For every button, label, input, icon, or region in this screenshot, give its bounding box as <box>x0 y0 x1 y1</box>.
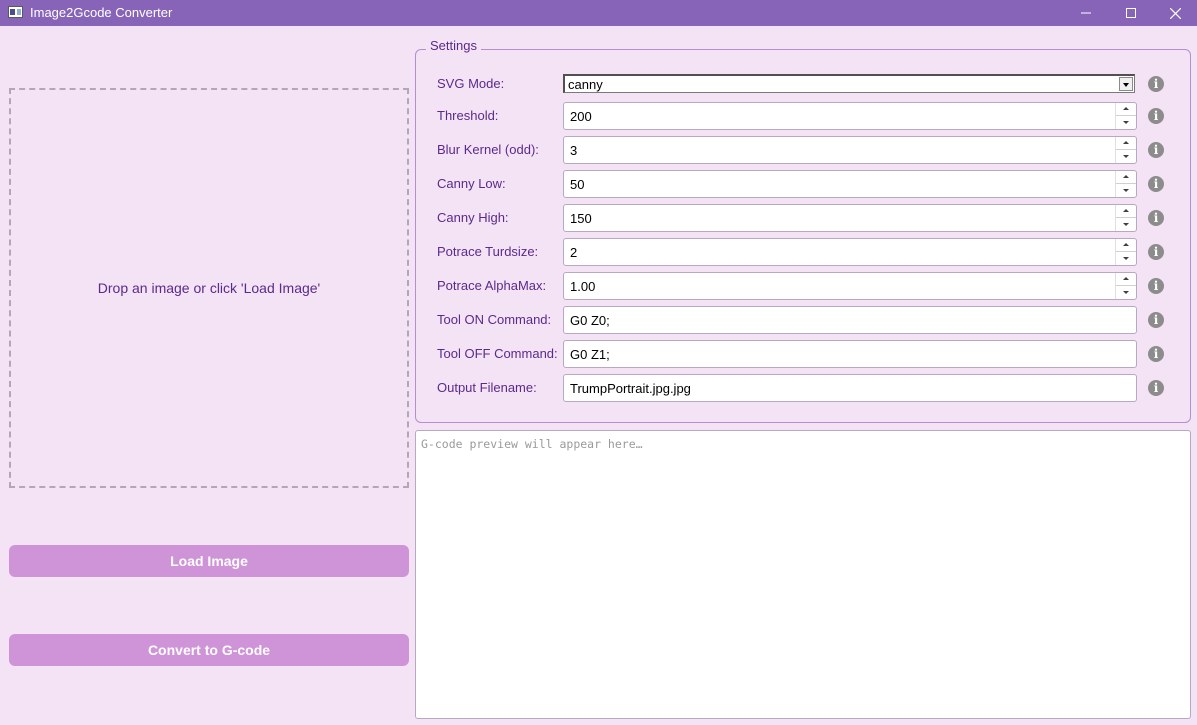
info-icon[interactable]: i <box>1148 312 1164 328</box>
canny-low-spinbox[interactable]: 50 <box>563 170 1137 198</box>
drop-zone-hint: Drop an image or click 'Load Image' <box>97 280 321 296</box>
app-icon <box>8 6 23 18</box>
svg-mode-value: canny <box>568 77 603 92</box>
gcode-preview[interactable]: G-code preview will appear here… <box>415 430 1191 719</box>
turdsize-spinbox[interactable]: 2 <box>563 238 1137 266</box>
app-window: Image2Gcode Converter Drop an image or c… <box>0 0 1197 725</box>
blur-kernel-spinbox[interactable]: 3 <box>563 136 1137 164</box>
canny-low-stepper[interactable] <box>1115 171 1136 197</box>
spin-up-icon[interactable] <box>1116 239 1136 252</box>
maximize-button[interactable] <box>1108 0 1154 26</box>
row-alphamax: Potrace AlphaMax: 1.00 i <box>437 272 1177 300</box>
info-icon[interactable]: i <box>1148 76 1164 92</box>
row-output-filename: Output Filename: TrumpPortrait.jpg.jpg i <box>437 374 1177 402</box>
alphamax-stepper[interactable] <box>1115 273 1136 299</box>
threshold-value: 200 <box>570 109 592 124</box>
tool-on-label: Tool ON Command: <box>437 312 552 327</box>
canny-low-value: 50 <box>570 177 585 192</box>
convert-gcode-button[interactable]: Convert to G-code <box>9 634 409 666</box>
minimize-button[interactable] <box>1063 0 1109 26</box>
output-filename-value: TrumpPortrait.jpg.jpg <box>570 381 691 396</box>
info-icon[interactable]: i <box>1148 176 1164 192</box>
info-icon[interactable]: i <box>1148 244 1164 260</box>
blur-kernel-value: 3 <box>570 143 578 158</box>
output-filename-label: Output Filename: <box>437 380 537 395</box>
blur-kernel-label: Blur Kernel (odd): <box>437 142 539 157</box>
turdsize-label: Potrace Turdsize: <box>437 244 539 259</box>
image-drop-zone[interactable]: Drop an image or click 'Load Image' <box>9 88 409 488</box>
canny-high-spinbox[interactable]: 150 <box>563 204 1137 232</box>
canny-high-value: 150 <box>570 211 592 226</box>
info-icon[interactable]: i <box>1148 210 1164 226</box>
row-canny-low: Canny Low: 50 i <box>437 170 1177 198</box>
close-button[interactable] <box>1152 0 1197 26</box>
tool-on-value: G0 Z0; <box>570 313 610 328</box>
output-filename-input[interactable]: TrumpPortrait.jpg.jpg <box>563 374 1137 402</box>
row-turdsize: Potrace Turdsize: 2 i <box>437 238 1177 266</box>
alphamax-value: 1.00 <box>570 279 596 294</box>
load-image-button[interactable]: Load Image <box>9 545 409 577</box>
close-icon <box>1169 7 1181 19</box>
window-title: Image2Gcode Converter <box>30 5 173 20</box>
threshold-label: Threshold: <box>437 108 499 123</box>
spin-up-icon[interactable] <box>1116 171 1136 184</box>
blur-kernel-stepper[interactable] <box>1115 137 1136 163</box>
info-icon[interactable]: i <box>1148 346 1164 362</box>
spin-up-icon[interactable] <box>1116 137 1136 150</box>
minimize-icon <box>1081 12 1091 14</box>
svg-mode-label: SVG Mode: <box>437 76 505 91</box>
spin-down-icon[interactable] <box>1116 218 1136 231</box>
canny-high-label: Canny High: <box>437 210 509 225</box>
settings-legend: Settings <box>426 38 481 53</box>
spin-down-icon[interactable] <box>1116 116 1136 129</box>
threshold-stepper[interactable] <box>1115 103 1136 129</box>
row-tool-on: Tool ON Command: G0 Z0; i <box>437 306 1177 334</box>
tool-off-label: Tool OFF Command: <box>437 346 558 361</box>
spin-up-icon[interactable] <box>1116 103 1136 116</box>
info-icon[interactable]: i <box>1148 380 1164 396</box>
canny-low-label: Canny Low: <box>437 176 506 191</box>
row-canny-high: Canny High: 150 i <box>437 204 1177 232</box>
svg-mode-select[interactable]: canny <box>563 74 1135 93</box>
chevron-down-icon[interactable] <box>1119 77 1133 91</box>
spin-down-icon[interactable] <box>1116 252 1136 265</box>
maximize-icon <box>1126 8 1136 18</box>
spin-up-icon[interactable] <box>1116 273 1136 286</box>
gcode-preview-placeholder: G-code preview will appear here… <box>421 437 643 451</box>
spin-up-icon[interactable] <box>1116 205 1136 218</box>
threshold-spinbox[interactable]: 200 <box>563 102 1137 130</box>
turdsize-value: 2 <box>570 245 578 260</box>
tool-off-input[interactable]: G0 Z1; <box>563 340 1137 368</box>
row-tool-off: Tool OFF Command: G0 Z1; i <box>437 340 1177 368</box>
canny-high-stepper[interactable] <box>1115 205 1136 231</box>
spin-down-icon[interactable] <box>1116 286 1136 299</box>
row-blur-kernel: Blur Kernel (odd): 3 i <box>437 136 1177 164</box>
info-icon[interactable]: i <box>1148 142 1164 158</box>
alphamax-label: Potrace AlphaMax: <box>437 278 547 293</box>
row-svg-mode: SVG Mode: canny i <box>437 70 1177 98</box>
title-bar[interactable]: Image2Gcode Converter <box>0 0 1197 26</box>
info-icon[interactable]: i <box>1148 278 1164 294</box>
spin-down-icon[interactable] <box>1116 150 1136 163</box>
tool-on-input[interactable]: G0 Z0; <box>563 306 1137 334</box>
turdsize-stepper[interactable] <box>1115 239 1136 265</box>
row-threshold: Threshold: 200 i <box>437 102 1177 130</box>
info-icon[interactable]: i <box>1148 108 1164 124</box>
spin-down-icon[interactable] <box>1116 184 1136 197</box>
alphamax-spinbox[interactable]: 1.00 <box>563 272 1137 300</box>
tool-off-value: G0 Z1; <box>570 347 610 362</box>
